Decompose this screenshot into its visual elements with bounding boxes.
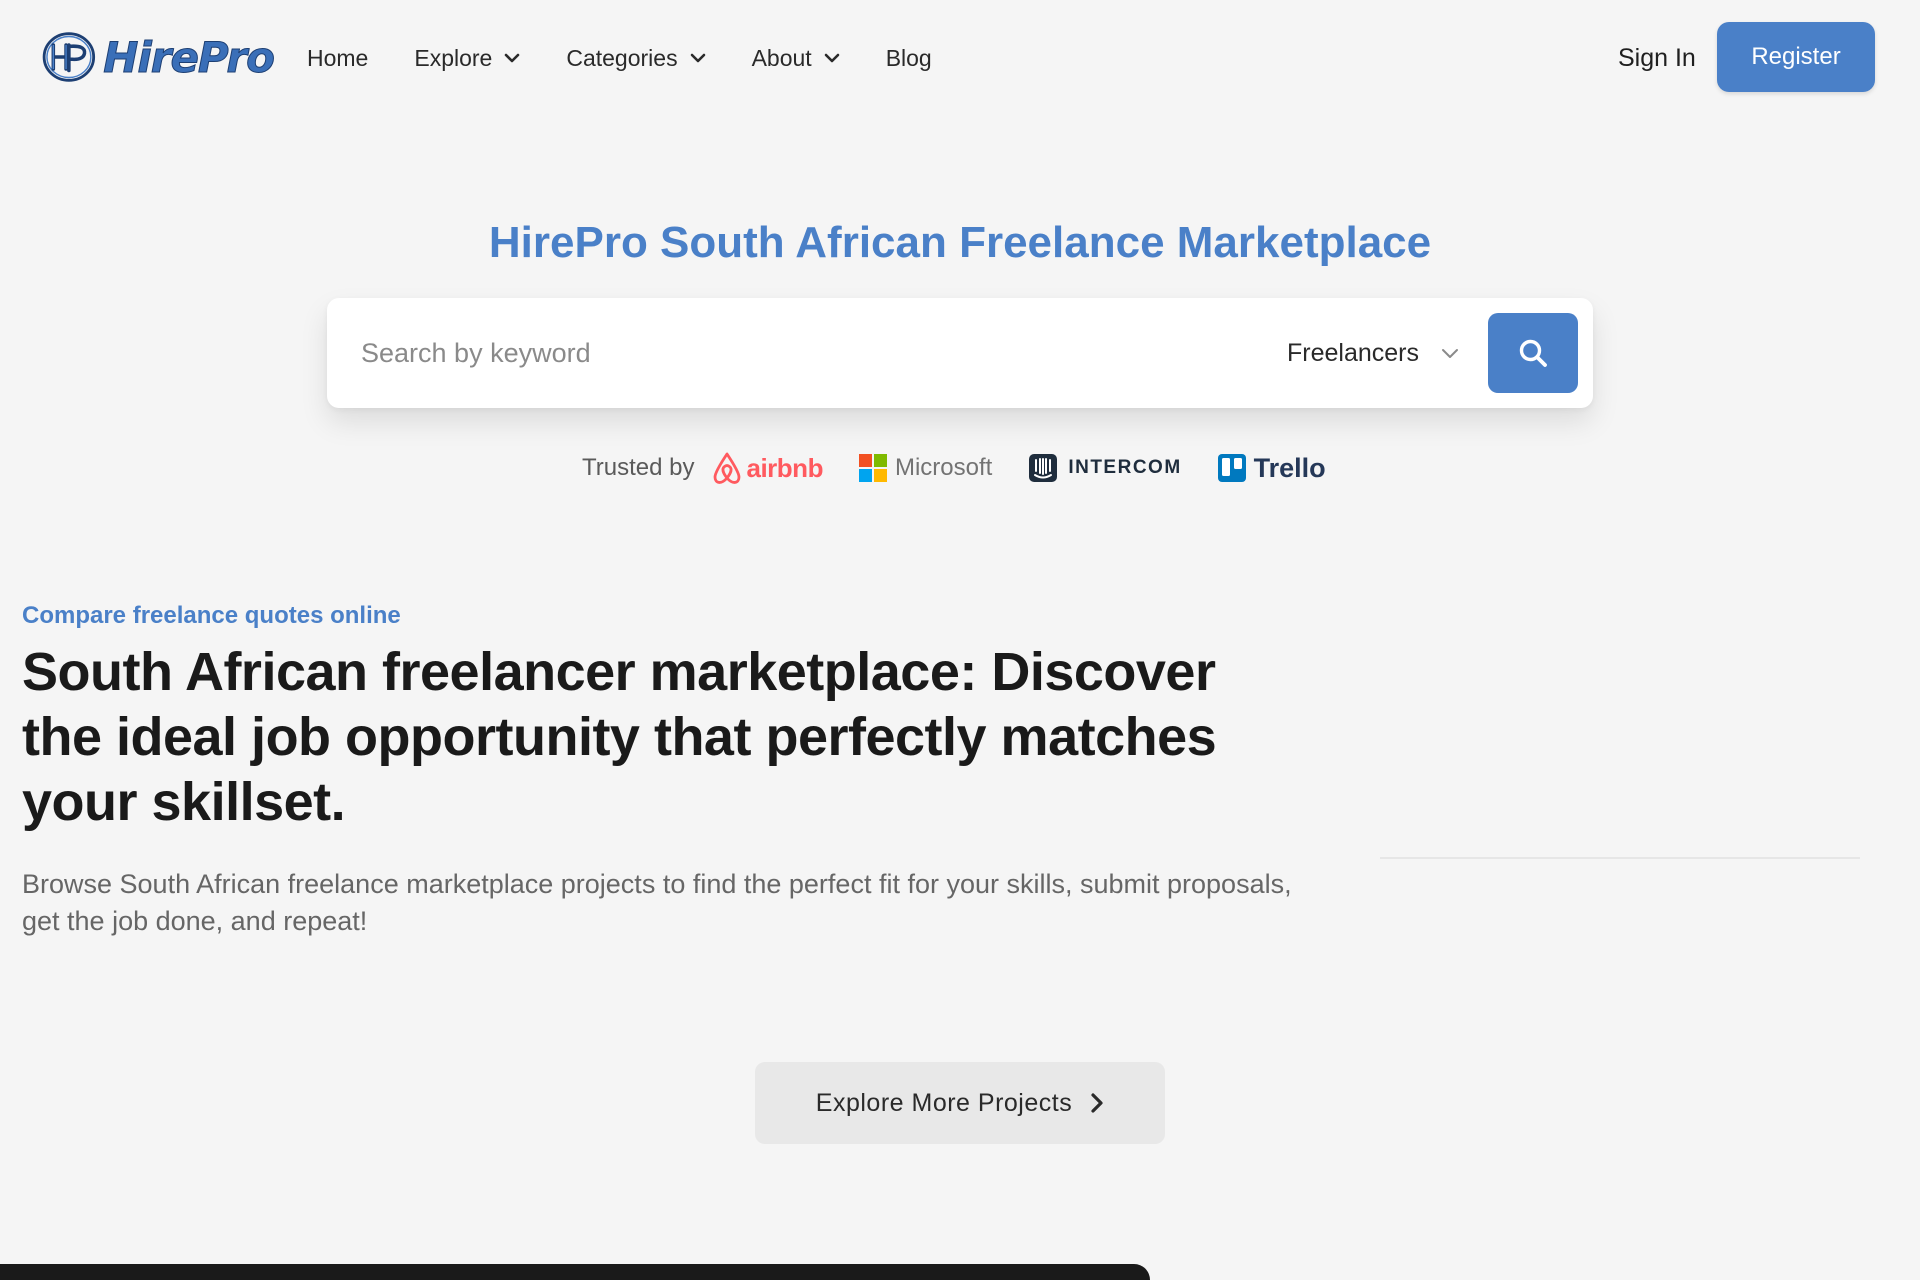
nav-explore-label: Explore — [414, 44, 493, 71]
divider — [1380, 857, 1860, 859]
brand-trello-text: Trello — [1253, 452, 1326, 483]
trusted-by-label: Trusted by — [582, 454, 695, 481]
site-header: HirePro Home Explore Categories About Bl… — [0, 0, 1920, 116]
chevron-down-icon — [824, 53, 839, 63]
hirepro-logo-icon — [42, 32, 96, 82]
nav-categories-label: Categories — [566, 44, 678, 71]
hero-title: HirePro South African Freelance Marketpl… — [488, 218, 1432, 267]
search-bar: Freelancers — [327, 298, 1593, 408]
search-type-select[interactable]: Freelancers — [1287, 328, 1459, 378]
nav-explore[interactable]: Explore — [414, 38, 520, 78]
brand-microsoft-text: Microsoft — [894, 454, 993, 481]
register-button[interactable]: Register — [1717, 22, 1875, 92]
search-button[interactable] — [1488, 313, 1578, 393]
brand-microsoft: Microsoft — [858, 454, 993, 482]
nav-about-label: About — [751, 44, 812, 71]
brand-intercom-text: INTERCOM — [1068, 457, 1182, 478]
nav-categories[interactable]: Categories — [566, 38, 705, 78]
section-headline: South African freelancer marketplace: Di… — [22, 642, 1217, 832]
brand-intercom: INTERCOM — [1028, 453, 1181, 483]
brand-airbnb-text: airbnb — [746, 452, 824, 483]
search-type-value: Freelancers — [1287, 338, 1419, 367]
logo-wordmark: HirePro — [103, 32, 276, 82]
intercom-logo-icon — [1029, 454, 1058, 482]
trusted-by-row: Trusted by airbnb Microsoft INTERCOM Tre… — [582, 446, 1362, 490]
hirepro-logo[interactable]: HirePro — [42, 20, 276, 94]
chevron-right-icon — [1091, 1093, 1103, 1113]
brand-trello: Trello — [1217, 452, 1326, 484]
search-input[interactable] — [361, 328, 1241, 378]
explore-more-projects-button[interactable]: Explore More Projects — [755, 1062, 1165, 1144]
airbnb-logo-icon — [713, 452, 740, 484]
footer-bar — [0, 1264, 1150, 1280]
microsoft-logo-icon — [858, 454, 887, 482]
chevron-down-icon — [1442, 348, 1458, 358]
explore-more-projects-label: Explore More Projects — [815, 1088, 1073, 1117]
main-nav: Home Explore Categories About Blog — [307, 38, 978, 78]
nav-blog[interactable]: Blog — [886, 38, 932, 78]
trello-logo-icon — [1217, 454, 1246, 482]
section-description: Browse South African freelance marketpla… — [22, 869, 1292, 936]
chevron-down-icon — [505, 53, 520, 63]
sign-in-link[interactable]: Sign In — [1618, 38, 1696, 78]
chevron-down-icon — [690, 53, 705, 63]
nav-blog-label: Blog — [885, 44, 932, 71]
brand-airbnb: airbnb — [711, 450, 823, 486]
section-eyebrow: Compare freelance quotes online — [22, 602, 401, 629]
nav-about[interactable]: About — [752, 38, 840, 78]
search-icon — [1519, 339, 1547, 367]
nav-home[interactable]: Home — [307, 38, 368, 78]
nav-home-label: Home — [307, 44, 369, 71]
